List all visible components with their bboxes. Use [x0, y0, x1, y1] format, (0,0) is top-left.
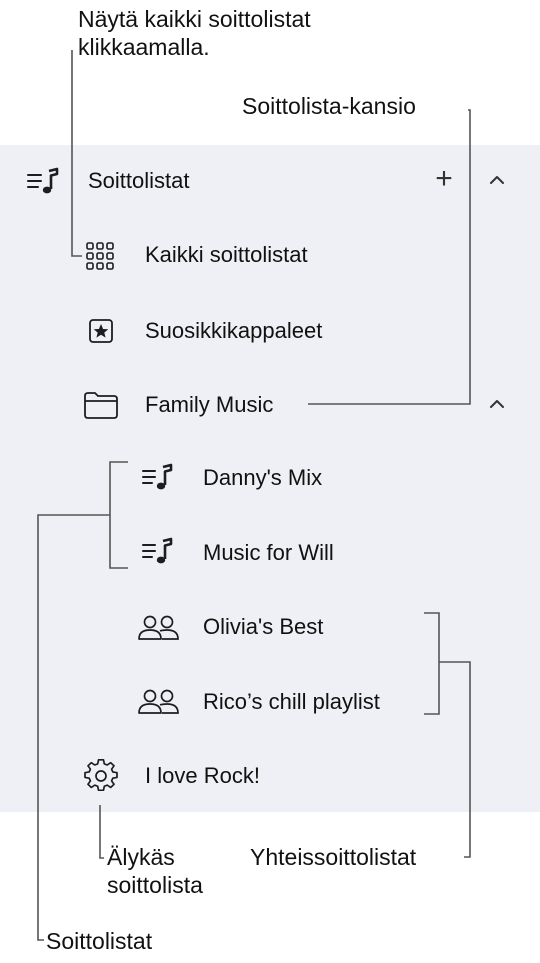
callout-shared: Yhteissoittolistat	[250, 844, 417, 870]
callout-smart: Älykäs soittolista	[107, 844, 203, 898]
callout-line-show-all	[71, 50, 82, 257]
callout-line-smart	[99, 805, 104, 859]
callout-line-shared	[439, 661, 471, 858]
callout-bracket-shared	[424, 612, 440, 715]
callout-line-folder	[308, 109, 471, 405]
callout-bracket-playlists	[109, 461, 128, 569]
callout-lines	[37, 50, 471, 941]
callout-playlists: Soittolistat	[46, 928, 153, 954]
callout-line-playlists	[37, 514, 110, 941]
